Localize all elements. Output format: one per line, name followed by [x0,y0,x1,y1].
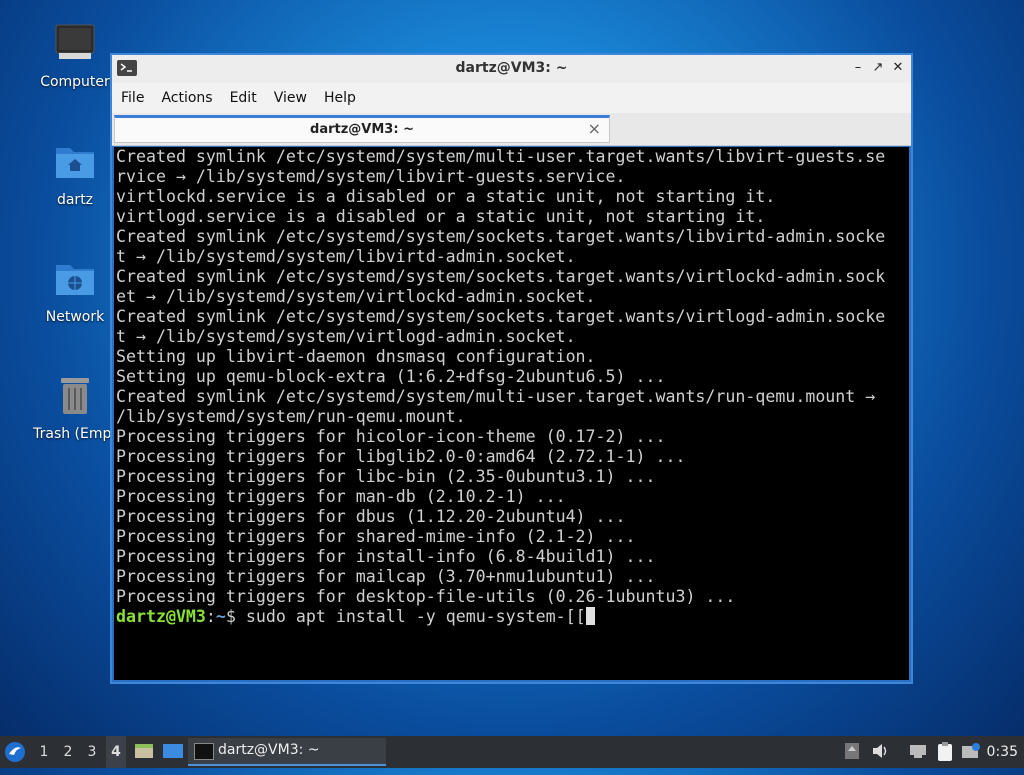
terminal-line: Created symlink /etc/systemd/system/mult… [116,147,886,166]
minimize-icon[interactable]: – [849,59,867,77]
prompt-symbol: $ [225,607,236,626]
taskbar-task-terminal[interactable]: dartz@VM3: ~ [188,738,386,766]
terminal-line: Setting up qemu-block-extra (1:6.2+dfsg-… [116,367,666,386]
prompt-user: dartz@VM3 [116,607,206,626]
terminal-output[interactable]: Created symlink /etc/systemd/system/mult… [114,147,909,680]
tab-close-icon[interactable]: × [588,119,601,138]
terminal-line: Setting up libvirt-daemon dnsmasq config… [116,347,596,366]
prompt-separator: : [205,607,216,626]
terminal-line: Processing triggers for man-db (2.10.2-1… [116,487,566,506]
menu-edit[interactable]: Edit [221,83,265,106]
terminal-line: Processing triggers for libglib2.0-0:amd… [116,447,686,466]
command-input[interactable]: sudo apt install -y qemu-system-[[ [236,607,586,626]
window-title: dartz@VM3: ~ [455,60,568,76]
terminal-line: et → /lib/systemd/system/virtlockd-admin… [116,287,596,306]
menu-view[interactable]: View [265,83,315,106]
prompt-path: ~ [215,607,226,626]
text-cursor [585,607,595,625]
terminal-line: Created symlink /etc/systemd/system/sock… [116,267,886,286]
desktop-icon-computer[interactable]: Computer [30,22,120,90]
desktop-icon-network[interactable]: Network [30,257,120,325]
lubuntu-logo-icon [5,742,25,762]
terminal-line: Processing triggers for libc-bin (2.35-0… [116,467,656,486]
update-notifier-icon[interactable] [843,742,861,760]
terminal-line: Processing triggers for desktop-file-uti… [116,587,736,606]
volume-icon[interactable] [871,742,889,760]
network-icon[interactable] [908,742,928,760]
tab-terminal[interactable]: dartz@VM3: ~ × [114,115,610,143]
notification-icon[interactable] [961,742,980,760]
computer-icon [55,24,95,59]
terminal-line: Processing triggers for mailcap (3.70+nm… [116,567,656,586]
title-bar[interactable]: dartz@VM3: ~ – ↗ ✕ [112,55,911,83]
tab-label: dartz@VM3: ~ [310,122,414,137]
workspace-1[interactable]: 1 [34,736,54,768]
terminal-line: Created symlink /etc/systemd/system/mult… [116,387,876,406]
workspace-4[interactable]: 4 [106,736,126,768]
maximize-icon[interactable]: ↗ [869,59,887,77]
terminal-line: virtlockd.service is a disabled or a sta… [116,187,776,206]
desktop-icon-home[interactable]: dartz [30,140,120,208]
terminal-line: rvice → /lib/systemd/system/libvirt-gues… [116,167,626,186]
terminal-line: Processing triggers for install-info (6.… [116,547,656,566]
show-desktop-icon[interactable] [162,742,184,760]
desktop-icon-label: Trash (Empt [33,426,117,442]
terminal-icon [194,743,214,760]
menu-actions[interactable]: Actions [152,83,220,106]
workspace-3[interactable]: 3 [82,736,102,768]
menu-bar: File Actions Edit View Help [112,83,911,113]
close-icon[interactable]: ✕ [889,59,907,77]
task-label: dartz@VM3: ~ [218,742,320,758]
terminal-line: Processing triggers for shared-mime-info… [116,527,636,546]
terminal-line: virtlogd.service is a disabled or a stat… [116,207,766,226]
terminal-line: Processing triggers for dbus (1.12.20-2u… [116,507,626,526]
start-menu-button[interactable] [4,741,26,763]
terminal-line: t → /lib/systemd/system/virtlogd-admin.s… [116,327,576,346]
taskbar: 1 2 3 4 dartz@VM3: ~ 0:35 [0,736,1024,768]
menu-file[interactable]: File [112,83,152,106]
desktop-icon-label: Computer [40,74,110,90]
terminal-line: Created symlink /etc/systemd/system/sock… [116,307,886,326]
prompt-line: dartz@VM3:~$ sudo apt install -y qemu-sy… [114,607,909,627]
network-folder-icon [56,265,94,295]
file-manager-icon[interactable] [134,742,154,760]
terminal-line: Processing triggers for hicolor-icon-the… [116,427,666,446]
desktop-icon-label: Network [45,309,105,325]
terminal-line: /lib/systemd/system/run-qemu.mount. [116,407,466,426]
terminal-line: t → /lib/systemd/system/libvirtd-admin.s… [116,247,576,266]
terminal-line: Created symlink /etc/systemd/system/sock… [116,227,886,246]
home-folder-icon [56,148,94,178]
workspace-2[interactable]: 2 [58,736,78,768]
tab-bar: dartz@VM3: ~ × [112,113,911,146]
trash-icon [61,378,89,414]
desktop-icon-label: dartz [56,192,94,208]
desktop-icon-trash[interactable]: Trash (Empt [30,374,120,442]
menu-help[interactable]: Help [315,83,364,106]
terminal-window[interactable]: dartz@VM3: ~ – ↗ ✕ File Actions Edit View He… [110,53,913,684]
terminal-text: Created symlink /etc/systemd/system/mult… [114,147,909,607]
clock[interactable]: 0:35 [987,736,1018,768]
clipboard-icon[interactable] [935,742,955,761]
